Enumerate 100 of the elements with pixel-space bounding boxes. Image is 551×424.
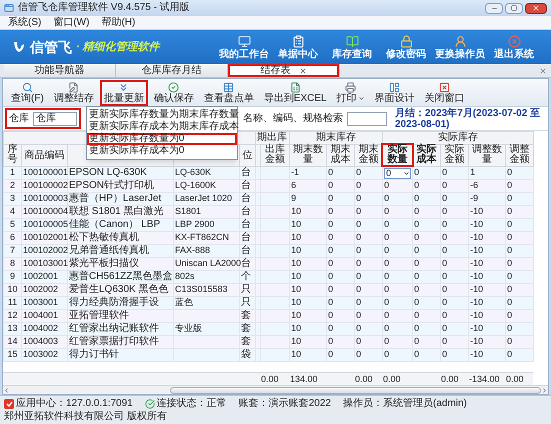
- table-cell: 0: [414, 271, 420, 281]
- column-header[interactable]: 序号: [4, 145, 21, 165]
- column-header[interactable]: 实际数量: [383, 145, 412, 165]
- printer-icon: [345, 82, 356, 92]
- table-cell: 10: [291, 245, 302, 255]
- table-cell: 9: [291, 193, 296, 203]
- table-cell: 0: [384, 323, 390, 333]
- table-cell: 0: [507, 271, 512, 281]
- table-cell: 0: [356, 258, 362, 268]
- caret-icon[interactable]: [403, 170, 410, 176]
- table-cell: 6: [291, 180, 296, 190]
- table-cell: 亚拓管理软件: [69, 310, 129, 321]
- close-icon[interactable]: [298, 66, 306, 74]
- maximize-button[interactable]: [505, 2, 523, 14]
- toolbar-button[interactable]: 界面设计: [370, 80, 419, 106]
- scrollbar-thumb[interactable]: [170, 386, 541, 394]
- summary-cell: 0.00: [506, 374, 524, 384]
- table-cell: 1003002: [23, 349, 58, 359]
- table-cell: 100100005: [23, 219, 68, 229]
- shortcut-button[interactable]: 库存查询: [327, 34, 377, 60]
- toolbar-button[interactable]: 导出到EXCEL: [260, 80, 331, 106]
- table-cell: LaserJet 1020: [175, 193, 232, 203]
- column-header[interactable]: 调整数量: [469, 145, 506, 165]
- toolbar-button[interactable]: 调整结存: [50, 80, 98, 106]
- column-header[interactable]: 实际金额: [441, 145, 468, 165]
- table-cell: 0: [442, 323, 448, 333]
- table-cell: 100102001: [23, 232, 68, 242]
- table-cell: 台: [241, 258, 251, 269]
- tab[interactable]: 结存表: [228, 64, 340, 77]
- column-header[interactable]: 调整金额: [506, 145, 534, 165]
- table-cell: 0: [507, 167, 512, 177]
- table-cell: 0: [414, 232, 420, 242]
- menu-item[interactable]: 窗口(W): [53, 18, 90, 28]
- table-cell: 0: [507, 297, 512, 307]
- warehouse-field[interactable]: 仓库: [33, 112, 77, 126]
- table-cell: -9: [470, 193, 478, 203]
- table-cell: 1004002: [23, 323, 58, 333]
- column-header[interactable]: 期末金额: [355, 145, 382, 165]
- menu-item[interactable]: 帮助(H): [101, 18, 136, 28]
- table-cell: 红管家出纳记账软件: [69, 323, 159, 334]
- table-cell: 惠普（HP）LaserJet: [69, 193, 162, 204]
- table-cell: 14: [7, 336, 18, 346]
- close-button[interactable]: [525, 2, 547, 14]
- shortcut-button[interactable]: 修改密码: [381, 34, 431, 60]
- table-cell: 0: [507, 232, 512, 242]
- table-cell: 4: [10, 206, 15, 216]
- toolbar-button[interactable]: 查询(F): [7, 80, 48, 106]
- table-cell: -10: [470, 336, 484, 346]
- quantity-field[interactable]: 0: [384, 168, 412, 178]
- table-cell: 6: [10, 232, 15, 242]
- toolbar-button[interactable]: 打印: [332, 80, 369, 106]
- close-icon[interactable]: [539, 66, 547, 74]
- scroll-right-icon[interactable]: [541, 386, 548, 394]
- table-cell: 100102002: [23, 245, 68, 255]
- table-cell: 100100001: [23, 167, 68, 177]
- toolbar-button[interactable]: 查看盘点单: [200, 80, 258, 106]
- table-cell: 0: [356, 245, 362, 255]
- table-cell: 10: [291, 219, 302, 229]
- shortcut-button[interactable]: 退出系统: [489, 34, 539, 60]
- table-cell: 0: [328, 232, 334, 242]
- summary-cell: 134.00: [290, 374, 318, 384]
- tab[interactable]: 功能导航器: [4, 64, 116, 77]
- scroll-left-icon[interactable]: [3, 386, 10, 394]
- table-cell: 0: [356, 232, 362, 242]
- menu-item[interactable]: 更新实际库存成本为0: [86, 144, 237, 156]
- table-cell: 0: [414, 336, 420, 346]
- table-cell: S1801: [175, 206, 202, 216]
- table-cell: 7: [10, 245, 15, 255]
- table-cell: 蓝色: [175, 297, 193, 307]
- app-logo-icon: [4, 398, 14, 408]
- table-cell: 0: [384, 219, 390, 229]
- close-icon: [532, 4, 540, 12]
- horizontal-scrollbar[interactable]: [3, 385, 548, 394]
- status-text: 郑州亚拓软件科技有限公司 版权所有: [4, 412, 167, 422]
- check-icon: [144, 398, 155, 408]
- maximize-icon: [511, 5, 517, 11]
- table-cell: 0: [328, 297, 334, 307]
- menu-item[interactable]: 系统(S): [8, 18, 42, 28]
- table-cell: 0: [507, 245, 512, 255]
- table-cell: 松下热敏传真机: [69, 232, 139, 243]
- search-field[interactable]: [347, 112, 387, 126]
- column-header[interactable]: 实际成本: [413, 145, 440, 165]
- column-header[interactable]: 期末成本: [327, 145, 354, 165]
- shortcut-button[interactable]: 单据中心: [273, 34, 323, 60]
- table-cell: 0: [356, 193, 362, 203]
- table-cell: 1002001: [23, 271, 58, 281]
- column-header[interactable]: 出库金额: [261, 145, 290, 165]
- menu-item[interactable]: 更新实际库存成本为期末库存成本: [86, 120, 237, 132]
- toolbar-button[interactable]: 批量更新: [100, 80, 148, 106]
- table-cell: 0: [328, 336, 334, 346]
- column-header[interactable]: 期末数量: [290, 145, 326, 165]
- toolbar-button[interactable]: 确认保存: [150, 80, 198, 106]
- tab[interactable]: 仓库库存月结: [116, 64, 228, 77]
- shortcut-button[interactable]: 更换操作员: [435, 34, 485, 60]
- toolbar-button[interactable]: 关闭窗口: [420, 80, 469, 106]
- table-cell: 红管家票据打印软件: [69, 336, 159, 347]
- shortcut-button[interactable]: 我的工作台: [219, 34, 269, 60]
- menu-item[interactable]: 更新实际库存数量为期末库存数量: [86, 108, 237, 120]
- table-cell: 专业版: [175, 323, 202, 333]
- table-cell: 10: [291, 297, 302, 307]
